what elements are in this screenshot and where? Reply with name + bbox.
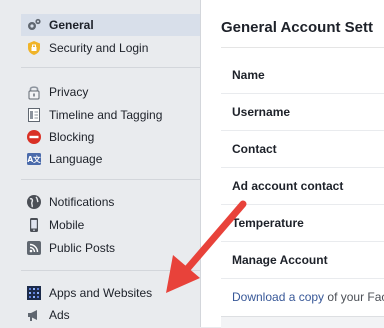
globe-icon [26,194,42,210]
sidebar-item-label: Language [49,152,103,166]
sidebar-item-label: Apps and Websites [49,286,153,300]
sidebar-item-general[interactable]: General [21,14,200,36]
settings-row-username[interactable]: Username [221,93,384,131]
settings-row-contact[interactable]: Contact [221,130,384,168]
sidebar-item-privacy[interactable]: Privacy [21,81,200,103]
blocked-icon [26,129,42,145]
row-label: Username [232,104,291,119]
sidebar-item-label: Blocking [49,130,95,144]
settings-sidebar: General Security and Login Privacy Timel… [0,0,200,327]
sidebar-item-label: General [49,18,94,32]
sidebar-divider [21,67,200,68]
gear-icon [26,17,42,33]
sidebar-item-notifications[interactable]: Notifications [21,191,200,213]
sidebar-item-apps-and-websites[interactable]: Apps and Websites [21,282,200,304]
shield-icon [26,40,42,56]
sidebar-item-ads[interactable]: Ads [21,304,200,326]
download-copy-link[interactable]: Download a copy [232,290,324,304]
title-divider [221,47,384,48]
sidebar-item-language[interactable]: A文 Language [21,148,200,170]
sidebar-item-timeline-and-tagging[interactable]: Timeline and Tagging [21,104,200,126]
sidebar-divider [21,179,200,180]
ads-icon [26,307,42,323]
settings-row-ad-account-contact[interactable]: Ad account contact [221,167,384,205]
download-copy-suffix: of your Fac [324,290,384,304]
row-label: Manage Account [232,252,328,267]
sidebar-item-label: Mobile [49,218,85,232]
page-title: General Account Sett [221,19,373,36]
sidebar-item-public-posts[interactable]: Public Posts [21,237,200,259]
sidebar-item-label: Timeline and Tagging [49,108,163,122]
sidebar-item-mobile[interactable]: Mobile [21,214,200,236]
sidebar-divider [21,270,200,271]
sidebar-item-label: Ads [49,308,70,322]
sidebar-item-label: Privacy [49,85,89,99]
row-label: Temperature [232,215,304,230]
row-label: Name [232,67,265,82]
row-label: Ad account contact [232,178,344,193]
sidebar-item-blocking[interactable]: Blocking [21,126,200,148]
apps-icon [26,285,42,301]
row-label: Contact [232,141,277,156]
rss-icon [26,240,42,256]
download-box [221,316,384,328]
sidebar-item-label: Notifications [49,195,115,209]
sidebar-item-label: Public Posts [49,241,116,255]
sidebar-item-label: Security and Login [49,41,149,55]
settings-row-name[interactable]: Name [221,56,384,94]
language-icon: A文 [26,151,42,167]
download-copy-text: Download a copy of your Fac [232,290,384,304]
sidebar-item-security-and-login[interactable]: Security and Login [21,37,200,59]
mobile-icon [26,217,42,233]
svg-text:A文: A文 [27,154,41,164]
settings-row-temperature[interactable]: Temperature [221,204,384,242]
settings-row-manage-account[interactable]: Manage Account [221,241,384,279]
timeline-icon [26,107,42,123]
lock-icon [26,84,42,100]
general-account-settings-panel: General Account Sett Name Username Conta… [200,0,384,328]
